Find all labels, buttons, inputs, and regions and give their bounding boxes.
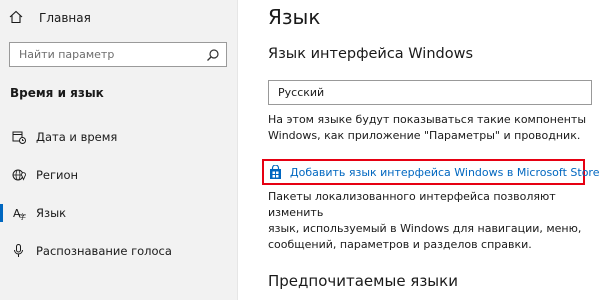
language-icon: A 字 — [11, 205, 27, 221]
home-icon — [9, 9, 23, 28]
calendar-clock-icon — [11, 129, 27, 145]
store-description-text: Пакеты локализованного интерфейса позвол… — [268, 189, 593, 253]
svg-text:字: 字 — [19, 212, 26, 221]
description-line: язык, используемый в Windows для навигац… — [268, 222, 582, 235]
microphone-icon — [11, 243, 27, 259]
description-line: Windows, как приложение "Параметры" и пр… — [268, 129, 581, 142]
selected-indicator — [0, 204, 3, 222]
store-link-label[interactable]: Добавить язык интерфейса Windows в Micro… — [290, 166, 599, 179]
description-line: На этом языке будут показываться такие к… — [268, 113, 587, 126]
sidebar-item-label: Регион — [36, 168, 79, 182]
page-title: Язык — [268, 5, 321, 29]
add-language-store-link[interactable]: Добавить язык интерфейса Windows в Micro… — [262, 159, 599, 185]
sidebar-item-region[interactable]: Регион — [0, 162, 237, 188]
interface-language-heading: Язык интерфейса Windows — [268, 46, 474, 62]
pane-divider — [237, 0, 238, 300]
store-bag-icon — [268, 164, 283, 184]
home-label: Главная — [39, 11, 91, 25]
description-line: сообщений, параметров и разделов справки… — [268, 238, 532, 251]
display-language-dropdown[interactable]: Русский — [268, 80, 592, 105]
section-title: Время и язык — [10, 86, 104, 100]
search-input[interactable]: Найти параметр — [9, 42, 227, 67]
description-line: Пакеты локализованного интерфейса позвол… — [268, 190, 556, 219]
description-text: На этом языке будут показываться такие к… — [268, 112, 593, 144]
selected-language: Русский — [278, 86, 325, 99]
sidebar-item-label: Распознавание голоса — [36, 244, 172, 258]
search-placeholder: Найти параметр — [19, 48, 115, 61]
preferred-languages-heading: Предпочитаемые языки — [268, 272, 458, 290]
globe-pin-icon — [11, 167, 27, 183]
sidebar-item-speech[interactable]: Распознавание голоса — [0, 238, 237, 264]
sidebar-item-label: Язык — [36, 206, 67, 220]
home-nav-item[interactable]: Главная — [9, 9, 91, 27]
sidebar-item-label: Дата и время — [36, 130, 118, 144]
sidebar-item-language[interactable]: A 字 Язык — [0, 200, 237, 226]
sidebar: Главная Найти параметр Время и язык Дата… — [0, 0, 237, 300]
search-icon[interactable] — [206, 47, 220, 66]
sidebar-item-date-time[interactable]: Дата и время — [0, 124, 237, 150]
